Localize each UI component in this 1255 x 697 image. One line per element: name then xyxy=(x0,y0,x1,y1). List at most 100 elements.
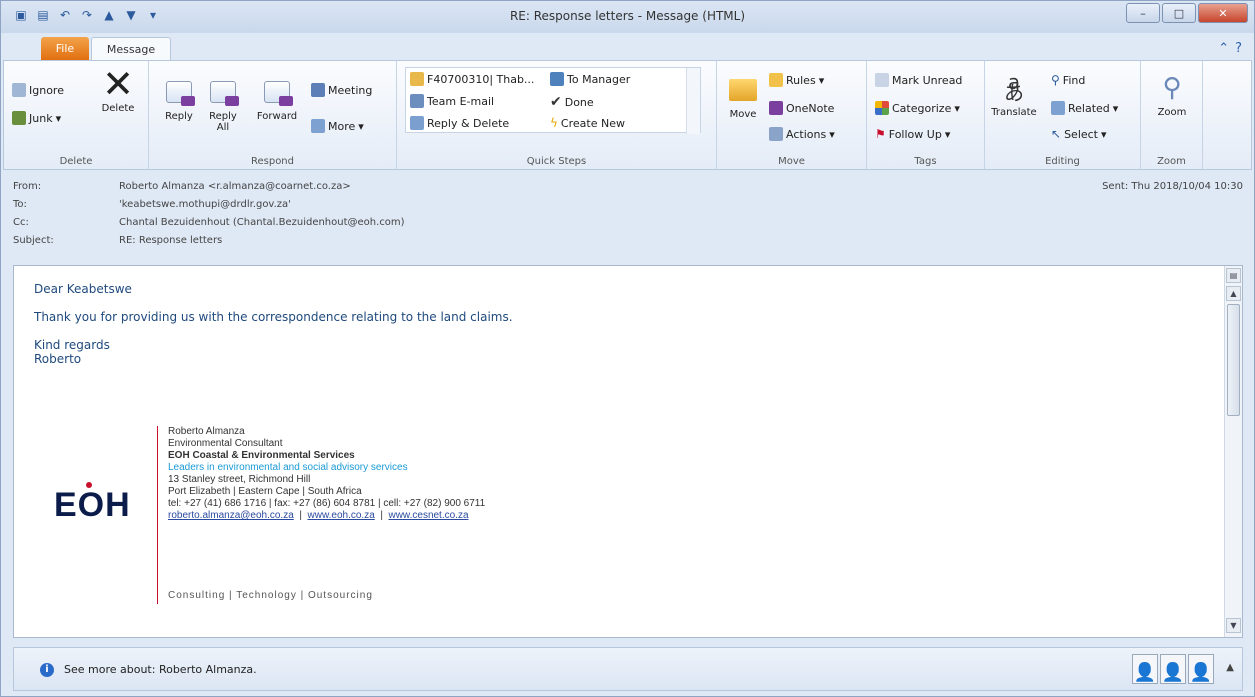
reply-button[interactable]: Reply xyxy=(161,77,197,122)
checkmark-icon: ✔ xyxy=(550,94,562,110)
group-move: Move Rules ▾ OneNote Actions ▾ Move xyxy=(717,61,867,169)
signature-divider xyxy=(157,426,158,604)
signature-text: Roberto Almanza Environmental Consultant… xyxy=(168,426,485,522)
chevron-down-icon: ▾ xyxy=(358,119,364,133)
group-label-tags: Tags xyxy=(914,156,937,167)
zoom-button[interactable]: ⚲ Zoom xyxy=(1147,73,1197,119)
mark-unread-label: Mark Unread xyxy=(892,73,963,87)
sig-web2-link[interactable]: www.cesnet.co.za xyxy=(388,510,468,521)
sent-info: Sent: Thu 2018/10/04 10:30 xyxy=(1102,181,1243,192)
reply-icon xyxy=(164,77,195,107)
more-label: More xyxy=(328,119,356,133)
email-signature: EOH Roberto Almanza Environmental Consul… xyxy=(54,426,574,616)
related-button[interactable]: Related ▾ xyxy=(1051,101,1118,115)
message-body: Dear Keabetswe Thank you for providing u… xyxy=(34,282,513,366)
sig-links: roberto.almanza@eoh.co.za | www.eoh.co.z… xyxy=(168,510,485,522)
minimize-ribbon-icon[interactable]: ⌃ xyxy=(1218,41,1229,56)
see-more-link[interactable]: See more about: Roberto Almanza. xyxy=(64,663,257,676)
meeting-button[interactable]: Meeting xyxy=(311,83,372,97)
tab-file[interactable]: File xyxy=(41,37,89,61)
junk-label: Junk xyxy=(29,111,53,125)
scroll-thumb[interactable] xyxy=(1227,304,1240,416)
follow-up-button[interactable]: ⚑ Follow Up ▾ xyxy=(875,127,950,141)
body-greeting: Dear Keabetswe xyxy=(34,282,132,296)
translate-label: Translate xyxy=(991,107,1037,118)
logo-dot xyxy=(86,482,92,488)
rules-label: Rules xyxy=(786,73,816,87)
scroll-down-button[interactable]: ▼ xyxy=(1226,618,1241,633)
message-body-pane[interactable]: Dear Keabetswe Thank you for providing u… xyxy=(13,265,1243,638)
find-button[interactable]: ⚲ Find xyxy=(1051,73,1085,87)
flag-icon: ⚑ xyxy=(875,127,886,141)
help-icon[interactable]: ? xyxy=(1235,41,1242,56)
avatar[interactable]: 👤 xyxy=(1188,654,1214,684)
body-name: Roberto xyxy=(34,352,82,366)
sig-email-link[interactable]: roberto.almanza@eoh.co.za xyxy=(168,510,294,521)
from-value[interactable]: Roberto Almanza <r.almanza@coarnet.co.za… xyxy=(119,181,351,192)
cc-label: Cc: xyxy=(13,217,29,228)
group-editing: aあ Translate ⚲ Find Related ▾ ↖ Select ▾… xyxy=(985,61,1141,169)
subject-value: RE: Response letters xyxy=(119,235,223,246)
group-label-quick-steps: Quick Steps xyxy=(526,156,587,167)
select-button[interactable]: ↖ Select ▾ xyxy=(1051,127,1107,141)
categorize-label: Categorize xyxy=(892,101,952,115)
body-line: Thank you for providing us with the corr… xyxy=(34,310,513,324)
chevron-down-icon: ▾ xyxy=(818,73,825,87)
forward-icon xyxy=(262,77,293,107)
quick-step-done[interactable]: ✔ Done xyxy=(550,94,594,110)
minimize-button[interactable]: – xyxy=(1126,3,1160,23)
reply-delete-icon xyxy=(410,116,424,130)
cursor-icon: ↖ xyxy=(1051,127,1062,141)
sig-footer: Consulting | Technology | Outsourcing xyxy=(168,590,373,601)
avatar[interactable]: 👤 xyxy=(1132,654,1158,684)
quick-steps-gallery: F40700310| Thab... To Manager Team E-mai… xyxy=(405,67,701,134)
ignore-button[interactable]: Ignore xyxy=(12,83,64,97)
page-icon[interactable]: ▤ xyxy=(1226,268,1241,283)
tab-message[interactable]: Message xyxy=(91,37,171,61)
sig-web1-link[interactable]: www.eoh.co.za xyxy=(308,510,375,521)
rules-button[interactable]: Rules ▾ xyxy=(769,73,824,87)
quick-step-to-manager[interactable]: To Manager xyxy=(550,72,630,86)
junk-button[interactable]: Junk ▾ xyxy=(12,111,61,125)
chevron-down-icon: ▾ xyxy=(1101,127,1107,141)
window-controls: – □ ✕ xyxy=(1126,3,1248,23)
avatar[interactable]: 👤 xyxy=(1160,654,1186,684)
body-closing: Kind regards xyxy=(34,338,110,352)
more-button[interactable]: More ▾ xyxy=(311,119,364,133)
vertical-scrollbar[interactable]: ▤ ▲ ▼ xyxy=(1224,266,1242,637)
quick-step-create-new[interactable]: ϟ Create New xyxy=(550,116,625,130)
to-value[interactable]: 'keabetswe.mothupi@drdlr.gov.za' xyxy=(119,199,291,210)
categorize-button[interactable]: Categorize ▾ xyxy=(875,101,960,115)
maximize-button[interactable]: □ xyxy=(1162,3,1196,23)
move-label: Move xyxy=(729,109,757,120)
mark-unread-button[interactable]: Mark Unread xyxy=(875,73,962,87)
reply-all-button[interactable]: Reply All xyxy=(205,77,241,133)
forward-button[interactable]: Forward xyxy=(251,77,303,122)
scroll-up-button[interactable]: ▲ xyxy=(1226,286,1241,301)
eoh-logo: EOH xyxy=(54,482,131,525)
quick-step-team-email[interactable]: Team E-mail xyxy=(410,94,494,108)
onenote-button[interactable]: OneNote xyxy=(769,101,834,115)
group-label-zoom: Zoom xyxy=(1157,156,1186,167)
link-separator: | xyxy=(296,510,305,521)
onenote-label: OneNote xyxy=(786,101,835,115)
actions-button[interactable]: Actions ▾ xyxy=(769,127,835,141)
quick-step-label: To Manager xyxy=(567,72,631,86)
translate-icon: aあ xyxy=(1004,70,1024,105)
sig-name: Roberto Almanza xyxy=(168,426,245,437)
cc-value[interactable]: Chantal Bezuidenhout (Chantal.Bezuidenho… xyxy=(119,217,405,228)
chevron-up-icon[interactable]: ▲ xyxy=(1226,662,1234,673)
close-button[interactable]: ✕ xyxy=(1198,3,1248,23)
delete-x-icon: ✕ xyxy=(102,61,134,106)
help-area: ⌃ ? xyxy=(1218,41,1242,56)
outlook-message-window: ▣ ▤ ↶ ↷ ▲ ▼ ▾ RE: Response letters - Mes… xyxy=(0,0,1255,697)
ignore-icon xyxy=(12,83,26,97)
people-pane: i See more about: Roberto Almanza. 👤 👤 👤… xyxy=(13,647,1243,691)
quick-step-thab[interactable]: F40700310| Thab... xyxy=(410,72,534,86)
move-button[interactable]: Move xyxy=(725,75,761,120)
quick-steps-scroll[interactable] xyxy=(686,68,700,134)
delete-button[interactable]: ✕ Delete xyxy=(96,61,140,115)
translate-button[interactable]: aあ Translate xyxy=(989,70,1039,118)
to-manager-icon xyxy=(550,72,564,86)
quick-step-reply-delete[interactable]: Reply & Delete xyxy=(410,116,509,130)
